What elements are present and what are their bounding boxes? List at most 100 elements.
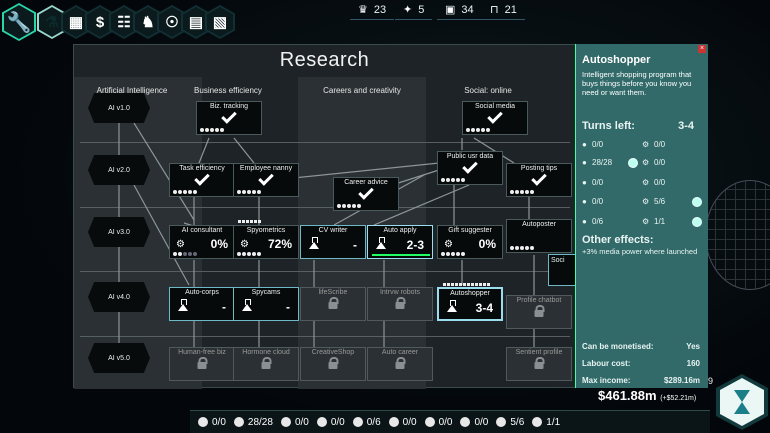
workers-stat: ⊓ 21 (482, 0, 525, 20)
flask-icon (376, 237, 386, 249)
ai-level-node[interactable]: AI v5.0 (88, 343, 150, 373)
brain-gear-icon (496, 417, 507, 427)
eagle-icon: ✦ (403, 4, 413, 16)
worker-icon (233, 417, 244, 427)
tech-node-public-usr-data[interactable]: Public usr data (437, 151, 503, 185)
presentation-icon: ▣ (445, 4, 456, 16)
award-icon: ♛ (358, 4, 368, 16)
tech-node-posting-tips[interactable]: Posting tips (506, 163, 572, 197)
lock-icon (197, 357, 208, 369)
worker-icon: ● (582, 140, 587, 149)
staff-count: 0/0 (316, 417, 345, 428)
ai-count: 0/0 (460, 417, 488, 428)
worker-icon: ● (582, 158, 587, 167)
panel-title: Research (279, 49, 370, 71)
monetised-row: Can be monetised: Yes (582, 342, 700, 351)
tech-node-spyometrics[interactable]: Spyometrics ⚙ 72% (233, 220, 299, 259)
tech-node-gift-suggester[interactable]: Gift suggester ⚙ 0% (437, 225, 503, 259)
tech-node-social-media[interactable]: Social media (462, 101, 528, 135)
info-description: Intelligent shopping program that buys t… (582, 70, 692, 97)
wrench-icon: 🔧 (6, 11, 32, 34)
check-icon (221, 108, 237, 124)
tech-node-sentient-profile[interactable]: Sentient profile (506, 347, 572, 381)
remove-ai-button[interactable] (692, 197, 702, 207)
tech-info-panel: × Autoshopper Intelligent shopping progr… (575, 44, 708, 388)
tech-node-autoposter[interactable]: Autoposter (506, 219, 572, 253)
menu-tab[interactable]: 🔧 (2, 3, 36, 41)
flask-icon (242, 299, 252, 311)
tech-node-intrvw-robots[interactable]: Intrvw robots (367, 287, 433, 321)
tech-node-ai-consultant[interactable]: AI consultant ⚙ 0% (169, 225, 235, 259)
planet-globe (705, 180, 770, 290)
staff-row: ● 0/0 ⚙ 0/0 (582, 140, 666, 149)
tech-node-career-advice[interactable]: Career advice (333, 177, 399, 211)
check-icon (358, 184, 374, 200)
money-display: $461.88m (+$52.21m) (598, 388, 697, 403)
remove-ai-button[interactable] (692, 217, 702, 227)
column-header-business: Business efficiency (194, 86, 262, 95)
security-stat: ✦ 5 (395, 0, 433, 20)
tech-node-auto-apply[interactable]: Auto apply 2-3 (367, 225, 433, 259)
flask-icon (309, 237, 319, 249)
brain-gear-icon: ⚙ (176, 239, 185, 250)
document-icon: ▧ (212, 14, 228, 31)
tech-node-auto-corps[interactable]: Auto-corps - (169, 287, 235, 321)
staff-row: ● 0/6 ⚙ 1/1 (582, 217, 704, 229)
brain-gear-icon: ⚙ (642, 217, 650, 226)
lock-icon (395, 357, 406, 369)
end-turn-button[interactable] (716, 374, 768, 430)
research-panel: Research Artificial Intelligence Busines… (73, 44, 576, 389)
lock-icon (395, 297, 406, 309)
documents-tab[interactable]: ▧ (205, 5, 235, 39)
ai-level-node[interactable]: AI v3.0 (88, 217, 150, 247)
tech-node-lifescribe[interactable]: lifeScribe (300, 287, 366, 321)
ai-level-node[interactable]: AI v4.0 (88, 282, 150, 312)
worker-icon (352, 417, 363, 427)
info-title: Autoshopper (582, 54, 651, 66)
brain-gear-icon (424, 417, 435, 427)
check-icon (258, 170, 274, 186)
tech-node-autoshopper[interactable]: Autoshopper 3-4 (437, 283, 503, 321)
game-screen: 🔧 ⚗ ▦ $ ☷ ♞ ☉ ▤ ▧ ♛ 23 ✦ 5 ▣ 34 ⊓ 21 Researc… (0, 0, 770, 433)
ufo-icon: ☉ (165, 14, 179, 31)
remove-worker-button[interactable] (628, 158, 638, 168)
ai-count: 0/0 (424, 417, 452, 428)
tech-node-hormone-cloud[interactable]: Hormone cloud (233, 347, 299, 381)
lock-icon (534, 357, 545, 369)
tech-node-employee-nanny[interactable]: Employee nanny (233, 163, 299, 197)
worker-icon (198, 417, 208, 427)
staff-row: ● 0/0 ⚙ 5/6 (582, 197, 704, 209)
tech-node-spycams[interactable]: Spycams - (233, 287, 299, 321)
tech-node-task-efficiency[interactable]: Task efficiency (169, 163, 235, 197)
tech-node-biz-tracking[interactable]: Biz. tracking (196, 101, 262, 135)
tech-node-profile-chatbot[interactable]: Profile chatbot (506, 295, 572, 329)
tech-node-human-free-biz[interactable]: Human-free biz (169, 347, 235, 381)
ai-level-node[interactable]: AI v2.0 (88, 155, 150, 185)
check-icon (194, 170, 210, 186)
chess-knight-icon: ♞ (141, 14, 155, 31)
close-icon[interactable]: × (698, 45, 706, 53)
ai-count: 5/6 (496, 417, 524, 428)
brain-gear-icon: ⚙ (444, 239, 453, 250)
worker-icon: ● (582, 217, 587, 226)
brain-gear-icon (460, 417, 471, 427)
staff-row: ● 28/28 ⚙ 0/0 (582, 158, 666, 168)
flask-icon: ⚗ (45, 14, 59, 31)
ai-level-node[interactable]: AI v1.0 (88, 93, 150, 123)
hourglass-icon (734, 390, 750, 414)
brain-gear-icon: ⚙ (240, 239, 249, 250)
people-icon: ☷ (117, 14, 131, 31)
tech-node-creativeshop[interactable]: CreativeShop (300, 347, 366, 381)
column-header-careers: Careers and creativity (323, 86, 401, 95)
tech-node-social-peek[interactable]: Soci (548, 254, 576, 286)
staff-bottom-bar: 0/0 28/28 0/0 0/0 0/6 0/0 0/0 0/0 5/6 1/… (190, 410, 710, 433)
presentation-stat: ▣ 34 (437, 0, 482, 20)
brain-gear-icon (388, 417, 399, 427)
tech-node-cv-writer[interactable]: CV writer - (300, 225, 366, 259)
lock-icon (328, 357, 339, 369)
brain-gear-icon: ⚙ (642, 178, 650, 187)
staff-count: 0/0 (280, 417, 309, 428)
tech-node-auto-career[interactable]: Auto career (367, 347, 433, 381)
org-chart-icon: ▦ (68, 14, 84, 31)
person-frame-icon: ⊓ (490, 4, 499, 16)
